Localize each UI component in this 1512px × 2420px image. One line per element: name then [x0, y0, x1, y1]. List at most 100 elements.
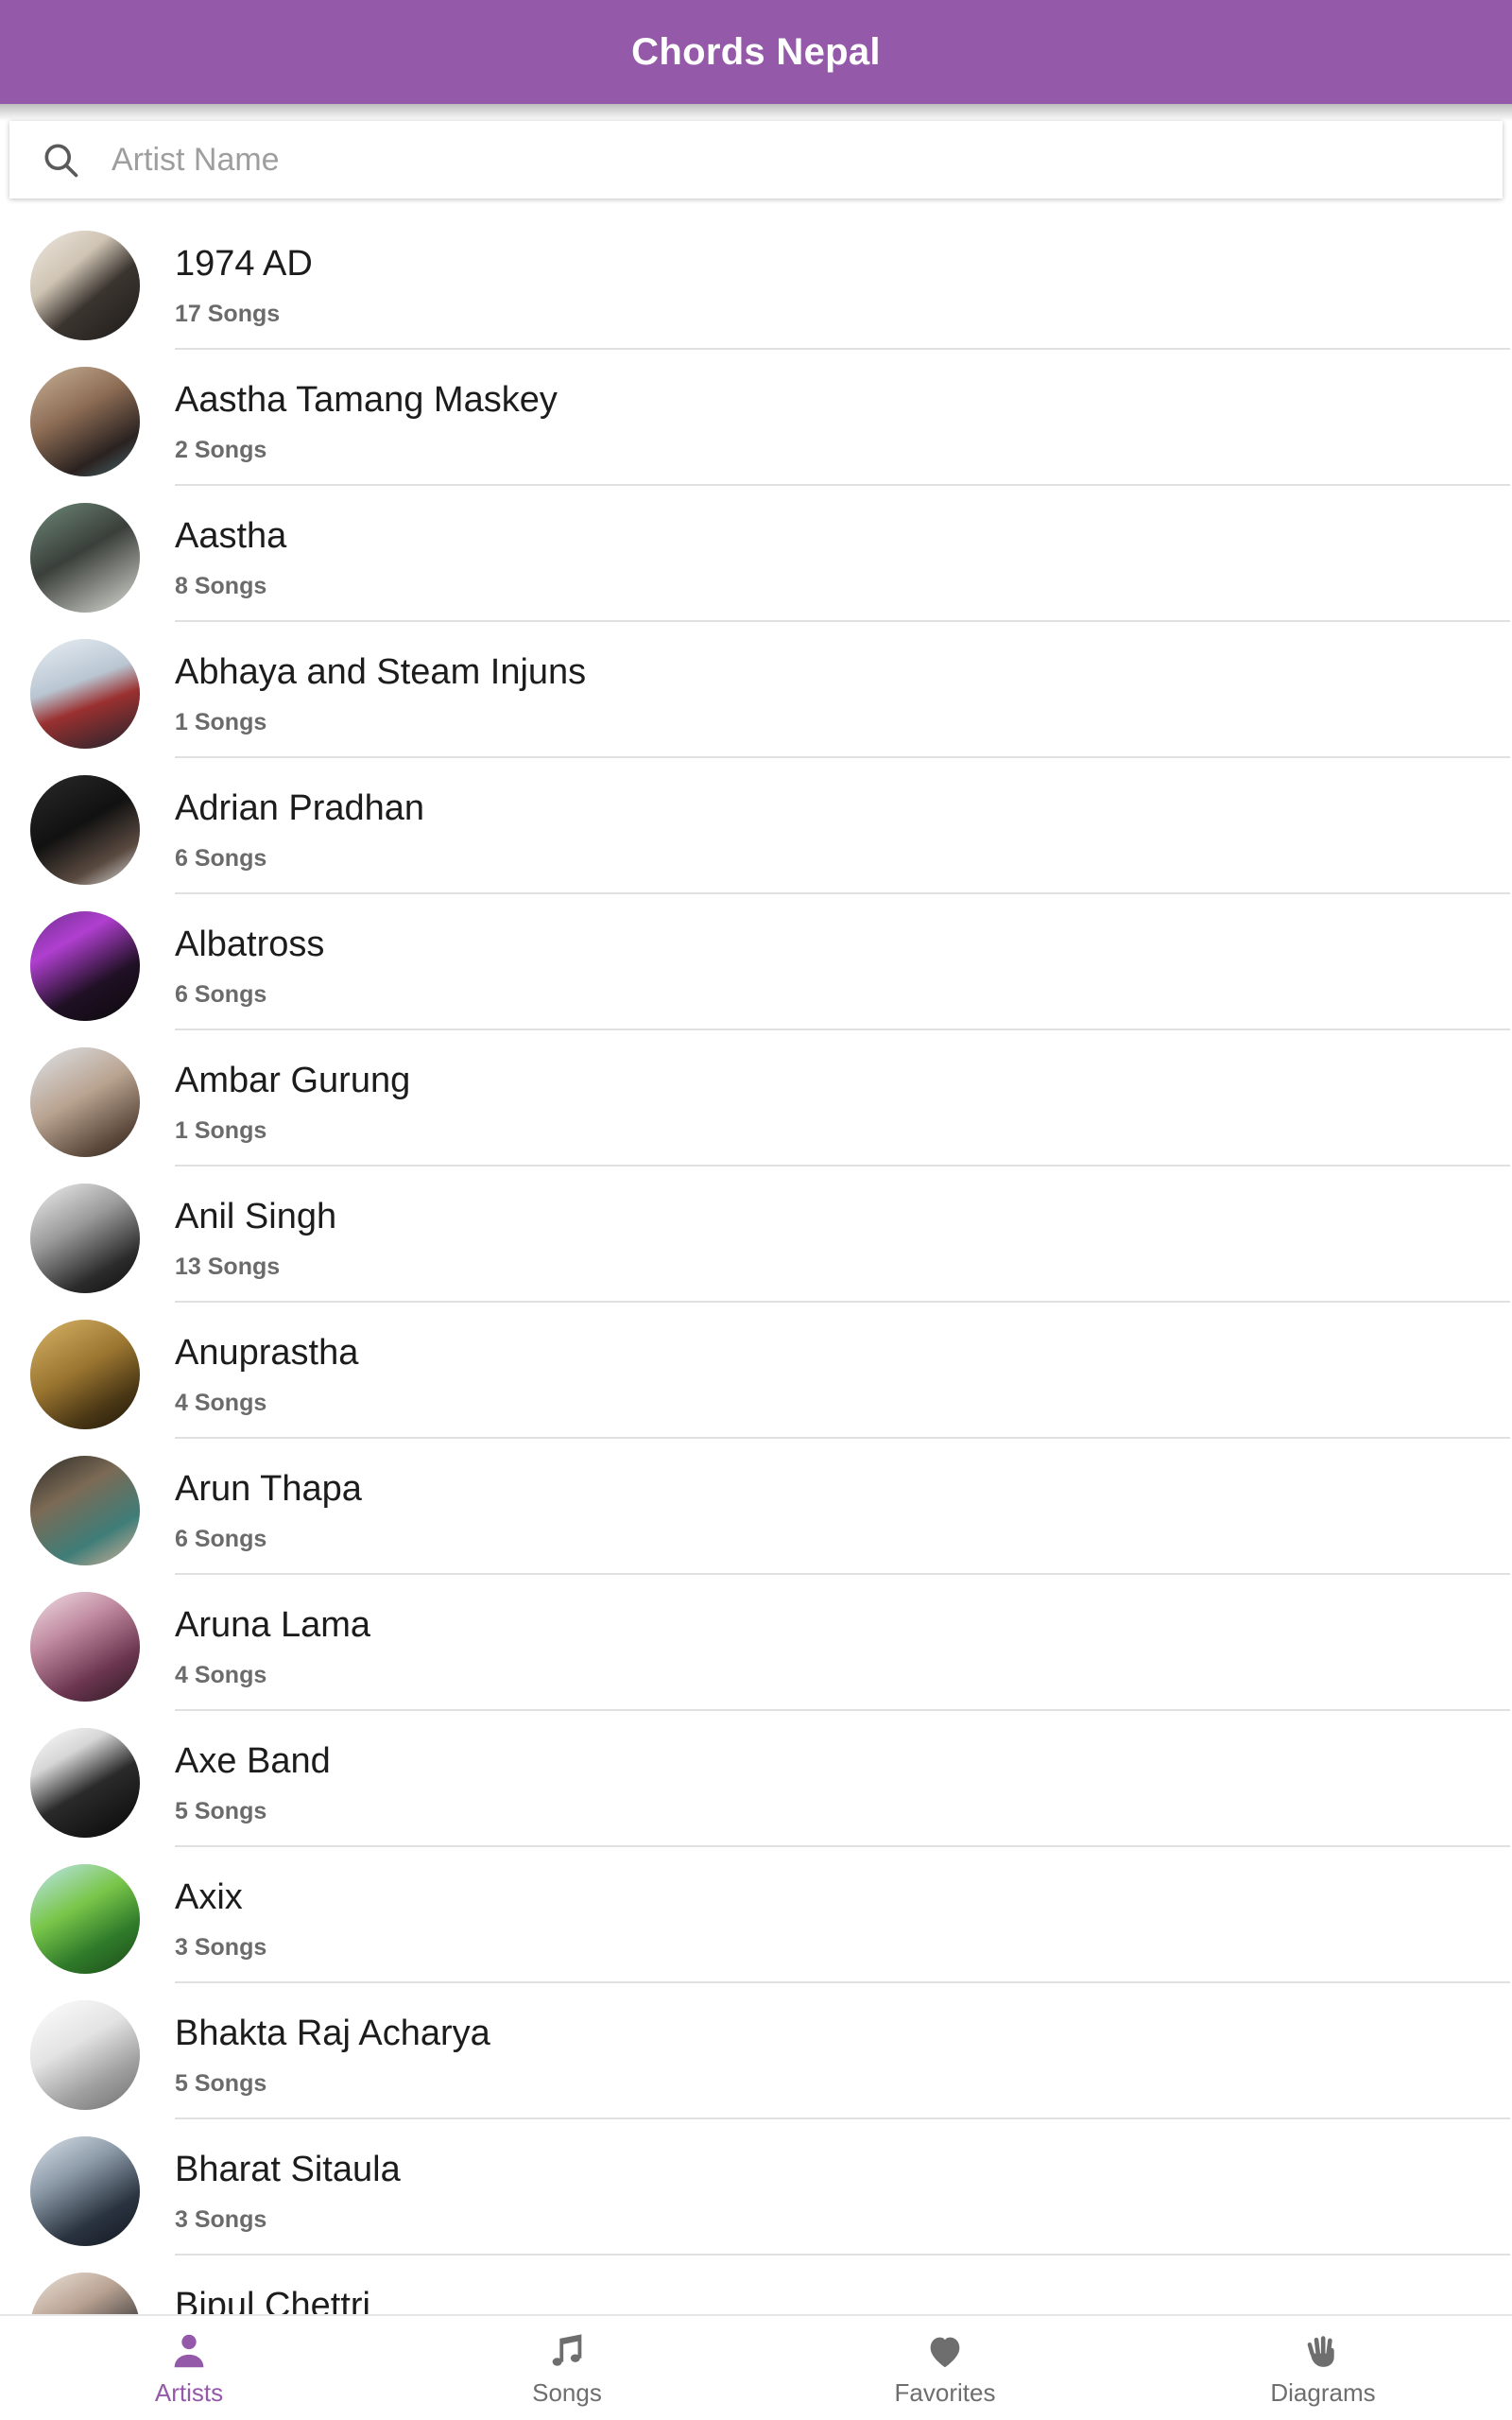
nav-item-label: Diagrams: [1270, 2377, 1376, 2407]
artist-list-item[interactable]: Abhaya and Steam Injuns 1 Songs: [0, 622, 1512, 758]
song-count: 17 Songs: [175, 301, 281, 327]
artist-list-item[interactable]: Axe Band 5 Songs: [0, 1711, 1512, 1847]
artist-item-texts: Albatross 6 Songs: [175, 894, 1512, 1030]
avatar-image: [30, 1864, 140, 1974]
nav-item-songs[interactable]: Songs: [378, 2316, 756, 2420]
avatar-image: [30, 231, 140, 340]
artist-item-texts: Adrian Pradhan 6 Songs: [175, 758, 1512, 894]
search-input[interactable]: [112, 131, 1503, 188]
artist-item-texts: 1974 AD 17 Songs: [175, 214, 1512, 350]
artist-item-texts: Bharat Sitaula 3 Songs: [175, 2119, 1512, 2256]
avatar: [30, 503, 140, 613]
artist-item-texts: Bipul Chettri: [175, 2256, 1512, 2314]
artist-list-item[interactable]: Axix 3 Songs: [0, 1847, 1512, 1983]
song-count: 4 Songs: [175, 1662, 267, 1688]
avatar: [30, 1592, 140, 1702]
artist-list-item[interactable]: Aruna Lama 4 Songs: [0, 1575, 1512, 1711]
search-icon: [40, 139, 81, 181]
hand-icon[interactable]: [1301, 2329, 1345, 2373]
song-count: 6 Songs: [175, 1526, 267, 1552]
artist-list-item[interactable]: Bharat Sitaula 3 Songs: [0, 2119, 1512, 2256]
avatar: [30, 1047, 140, 1157]
avatar: [30, 367, 140, 476]
avatar-image: [30, 2273, 140, 2314]
artist-list-item[interactable]: Aastha Tamang Maskey 2 Songs: [0, 350, 1512, 486]
artist-name: Bharat Sitaula: [175, 2150, 401, 2189]
avatar-image: [30, 2000, 140, 2110]
artist-list-item[interactable]: Arun Thapa 6 Songs: [0, 1439, 1512, 1575]
music-note-icon[interactable]: [545, 2329, 589, 2373]
avatar-image: [30, 1592, 140, 1702]
artist-list-item[interactable]: 1974 AD 17 Songs: [0, 214, 1512, 350]
avatar-image: [30, 1320, 140, 1429]
artist-list-item[interactable]: Anil Singh 13 Songs: [0, 1167, 1512, 1303]
song-count: 5 Songs: [175, 2070, 267, 2097]
artist-name: Bhakta Raj Acharya: [175, 2014, 490, 2053]
artist-list-item[interactable]: Bhakta Raj Acharya 5 Songs: [0, 1983, 1512, 2119]
song-count: 4 Songs: [175, 1390, 267, 1416]
song-count: 1 Songs: [175, 1117, 267, 1144]
artist-item-texts: Abhaya and Steam Injuns 1 Songs: [175, 622, 1512, 758]
avatar: [30, 911, 140, 1021]
song-count: 1 Songs: [175, 709, 267, 735]
avatar: [30, 1184, 140, 1293]
artist-name: Bipul Chettri: [175, 2286, 370, 2314]
heart-icon[interactable]: [923, 2329, 967, 2373]
avatar: [30, 231, 140, 340]
avatar: [30, 2136, 140, 2246]
avatar: [30, 1864, 140, 1974]
artist-name: Aastha: [175, 516, 287, 556]
nav-item-diagrams[interactable]: Diagrams: [1134, 2316, 1512, 2420]
artist-name: Aastha Tamang Maskey: [175, 380, 558, 420]
person-icon[interactable]: [167, 2329, 211, 2373]
artist-item-texts: Axix 3 Songs: [175, 1847, 1512, 1983]
avatar-image: [30, 367, 140, 476]
artist-list-item[interactable]: Albatross 6 Songs: [0, 894, 1512, 1030]
nav-item-favorites[interactable]: Favorites: [756, 2316, 1134, 2420]
avatar-image: [30, 1047, 140, 1157]
artist-item-texts: Anil Singh 13 Songs: [175, 1167, 1512, 1303]
artist-list-item[interactable]: Anuprastha 4 Songs: [0, 1303, 1512, 1439]
artist-list-item[interactable]: Aastha 8 Songs: [0, 486, 1512, 622]
artist-item-texts: Aruna Lama 4 Songs: [175, 1575, 1512, 1711]
artist-name: Abhaya and Steam Injuns: [175, 652, 587, 692]
artist-name: Adrian Pradhan: [175, 788, 425, 828]
artist-list-item[interactable]: Ambar Gurung 1 Songs: [0, 1030, 1512, 1167]
avatar: [30, 2273, 140, 2314]
avatar-image: [30, 911, 140, 1021]
artist-name: Anil Singh: [175, 1197, 337, 1236]
nav-item-label: Artists: [154, 2377, 224, 2407]
artist-name: Aruna Lama: [175, 1605, 371, 1645]
nav-item-label: Favorites: [894, 2377, 996, 2407]
artist-name: Axe Band: [175, 1741, 331, 1781]
avatar-image: [30, 1456, 140, 1565]
artist-item-texts: Aastha Tamang Maskey 2 Songs: [175, 350, 1512, 486]
artist-item-texts: Arun Thapa 6 Songs: [175, 1439, 1512, 1575]
avatar: [30, 639, 140, 749]
song-count: 8 Songs: [175, 573, 267, 599]
page-title: Chords Nepal: [631, 30, 881, 73]
nav-item-label: Songs: [532, 2377, 602, 2407]
artist-item-texts: Bhakta Raj Acharya 5 Songs: [175, 1983, 1512, 2119]
artist-name: Arun Thapa: [175, 1469, 362, 1509]
song-count: 13 Songs: [175, 1253, 281, 1280]
bottom-navigation: Artists Songs Favorites Diagrams: [0, 2314, 1512, 2420]
artist-list[interactable]: 1974 AD 17 Songs Aastha Tamang Maskey 2 Son…: [0, 214, 1512, 2314]
artist-item-texts: Axe Band 5 Songs: [175, 1711, 1512, 1847]
nav-item-artists[interactable]: Artists: [0, 2316, 378, 2420]
artist-name: Albatross: [175, 925, 325, 964]
artist-name: Axix: [175, 1877, 243, 1917]
song-count: 6 Songs: [175, 845, 267, 872]
avatar: [30, 1456, 140, 1565]
song-count: 2 Songs: [175, 437, 267, 463]
avatar-image: [30, 2136, 140, 2246]
avatar-image: [30, 775, 140, 885]
app-root: Chords Nepal 1974 AD 17 Songs Aastha Taman…: [0, 0, 1512, 2420]
artist-list-item[interactable]: Bipul Chettri: [0, 2256, 1512, 2314]
avatar-image: [30, 1728, 140, 1838]
song-count: 5 Songs: [175, 1798, 267, 1824]
artist-list-item[interactable]: Adrian Pradhan 6 Songs: [0, 758, 1512, 894]
app-bar-shadow: [0, 104, 1512, 121]
search-bar[interactable]: [9, 121, 1503, 199]
avatar-image: [30, 1184, 140, 1293]
